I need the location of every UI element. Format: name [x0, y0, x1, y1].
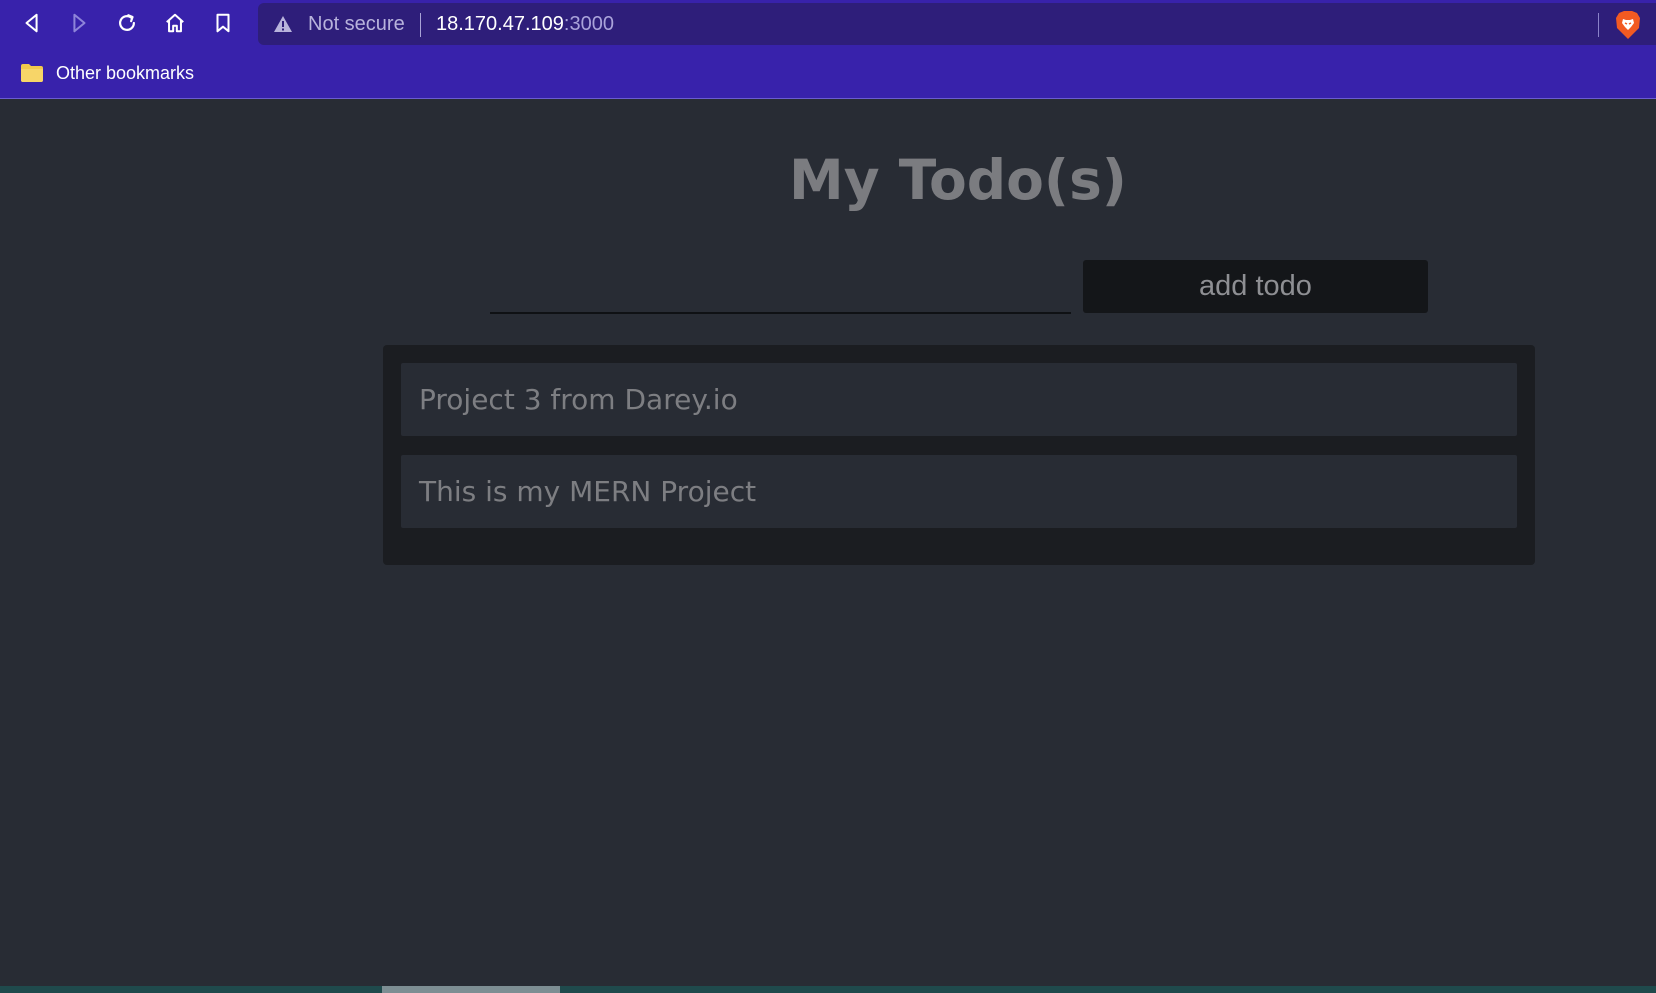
brave-shield-icon[interactable] — [1614, 10, 1642, 40]
add-todo-button[interactable]: add todo — [1083, 260, 1428, 313]
forward-icon — [73, 13, 86, 33]
url-host: 18.170.47.109 — [436, 13, 564, 35]
todo-item[interactable]: This is my MERN Project — [401, 455, 1517, 528]
warning-icon[interactable] — [273, 15, 293, 33]
folder-icon — [21, 64, 43, 82]
bookmark-icon — [216, 13, 230, 33]
bookmarks-bar: Other bookmarks — [0, 48, 1656, 99]
page-title: My Todo(s) — [789, 148, 1127, 212]
security-label[interactable]: Not secure — [308, 13, 405, 36]
bookmark-page-button[interactable] — [206, 6, 240, 40]
address-bar[interactable]: Not secure 18.170.47.109:3000 — [258, 3, 1656, 45]
back-button[interactable] — [15, 6, 49, 40]
reload-button[interactable] — [110, 6, 144, 40]
todo-list: Project 3 from Darey.io This is my MERN … — [383, 345, 1535, 565]
horizontal-scrollbar[interactable] — [0, 986, 1656, 993]
todo-item[interactable]: Project 3 from Darey.io — [401, 363, 1517, 436]
url-port: :3000 — [563, 13, 614, 35]
back-icon — [25, 13, 38, 33]
reload-icon — [119, 14, 135, 31]
home-icon — [166, 13, 184, 33]
home-button[interactable] — [158, 6, 192, 40]
extension-divider — [1598, 13, 1599, 37]
forward-button[interactable] — [62, 6, 96, 40]
scrollbar-thumb[interactable] — [382, 986, 560, 993]
bookmark-label: Other bookmarks — [56, 62, 195, 83]
browser-toolbar: Not secure 18.170.47.109:3000 — [0, 0, 1656, 48]
address-divider — [420, 13, 421, 37]
url-text[interactable]: 18.170.47.109:3000 — [436, 13, 614, 36]
bookmark-other[interactable]: Other bookmarks — [20, 60, 194, 86]
todo-input[interactable] — [490, 262, 1071, 314]
